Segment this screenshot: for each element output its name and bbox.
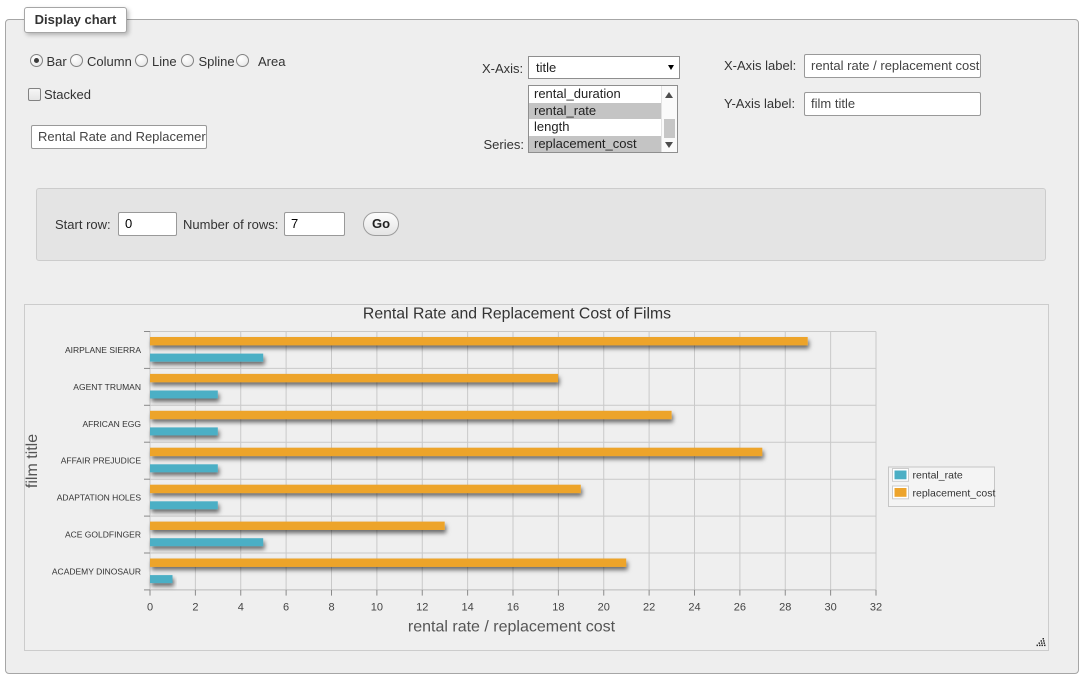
- svg-text:8: 8: [328, 602, 334, 614]
- svg-text:ACE GOLDFINGER: ACE GOLDFINGER: [65, 530, 141, 540]
- svg-text:12: 12: [416, 602, 428, 614]
- svg-text:16: 16: [507, 602, 519, 614]
- svg-text:22: 22: [643, 602, 655, 614]
- svg-text:Rental Rate and Replacement Co: Rental Rate and Replacement Cost of Film…: [363, 305, 671, 322]
- svg-text:28: 28: [779, 602, 791, 614]
- svg-text:2: 2: [192, 602, 198, 614]
- svg-text:replacement_cost: replacement_cost: [913, 487, 996, 499]
- svg-text:rental rate / replacement cost: rental rate / replacement cost: [408, 619, 616, 636]
- svg-text:AFFAIR PREJUDICE: AFFAIR PREJUDICE: [61, 456, 142, 466]
- svg-text:0: 0: [147, 602, 153, 614]
- svg-text:30: 30: [824, 602, 836, 614]
- svg-text:18: 18: [552, 602, 564, 614]
- svg-text:20: 20: [598, 602, 610, 614]
- svg-text:32: 32: [870, 602, 882, 614]
- svg-text:ACADEMY DINOSAUR: ACADEMY DINOSAUR: [52, 566, 141, 576]
- svg-text:AFRICAN EGG: AFRICAN EGG: [82, 419, 141, 429]
- svg-text:rental_rate: rental_rate: [913, 470, 963, 482]
- svg-text:AGENT TRUMAN: AGENT TRUMAN: [73, 382, 141, 392]
- svg-text:4: 4: [238, 602, 244, 614]
- svg-text:14: 14: [461, 602, 473, 614]
- svg-text:AIRPLANE SIERRA: AIRPLANE SIERRA: [65, 345, 141, 355]
- svg-text:24: 24: [688, 602, 700, 614]
- svg-text:10: 10: [371, 602, 383, 614]
- svg-text:ADAPTATION HOLES: ADAPTATION HOLES: [57, 493, 142, 503]
- svg-text:26: 26: [734, 602, 746, 614]
- svg-text:6: 6: [283, 602, 289, 614]
- svg-text:film title: film title: [25, 434, 41, 488]
